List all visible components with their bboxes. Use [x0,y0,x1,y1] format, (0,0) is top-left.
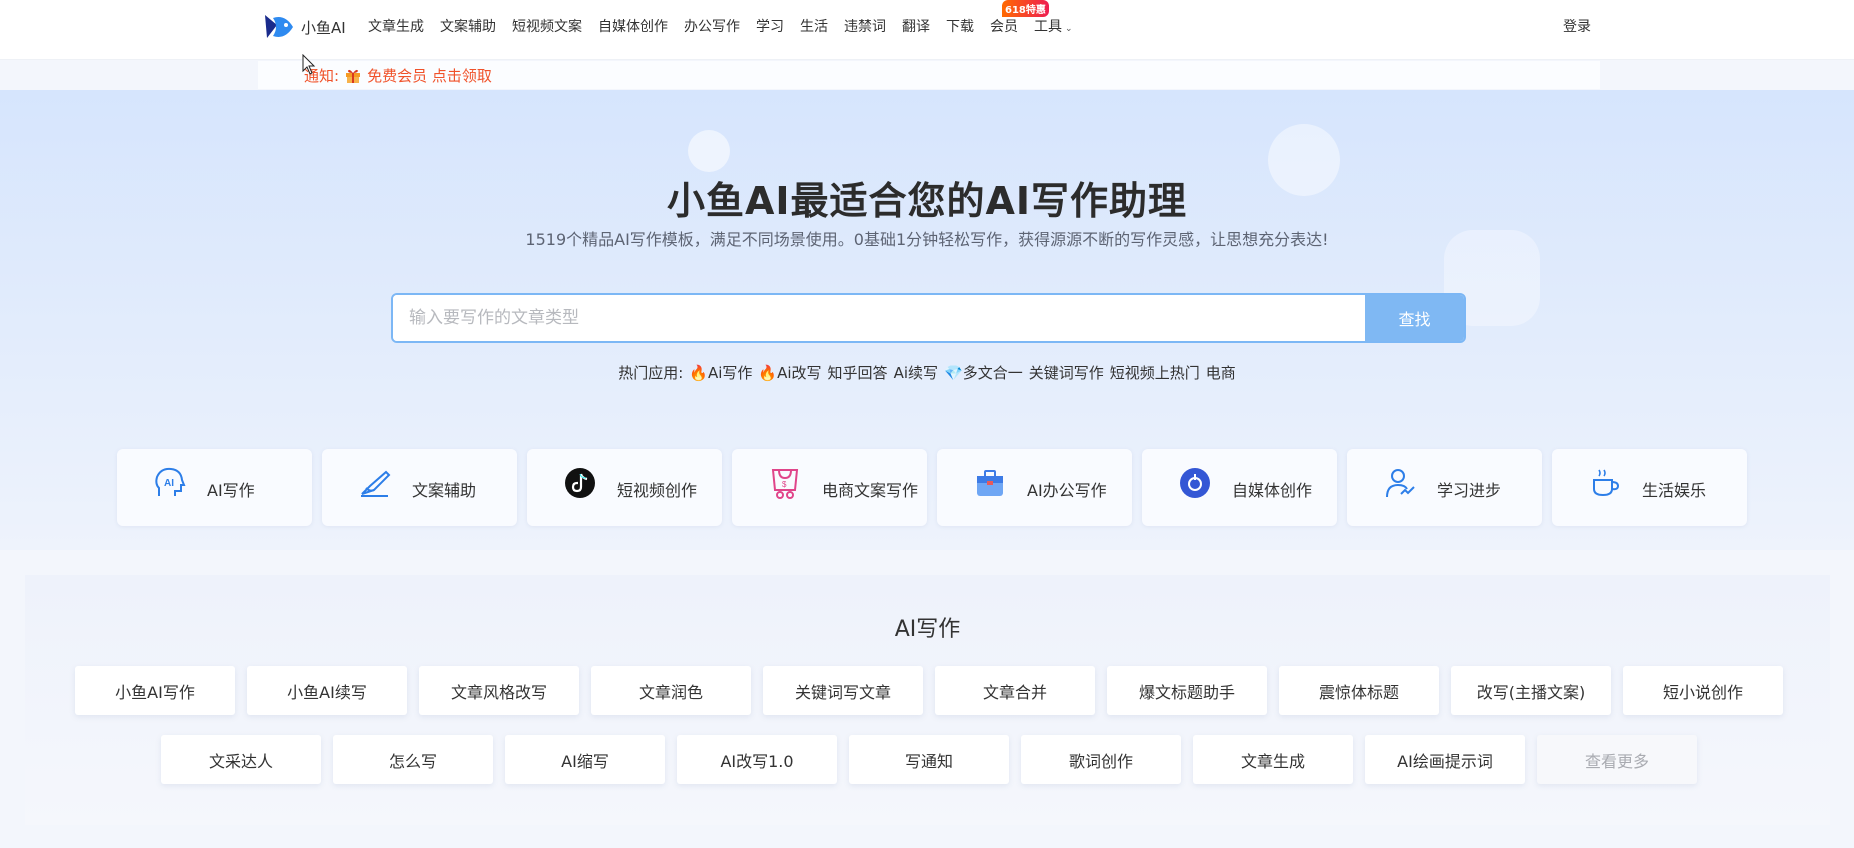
notice-bar: 通知: 免费会员 点击领取 [258,61,1600,89]
category-card-office[interactable]: AI办公写作 [937,449,1132,526]
nav-item-office[interactable]: 办公写作 [684,16,740,36]
view-more-button[interactable]: 查看更多 [1537,735,1697,784]
template-tag[interactable]: 小鱼AI写作 [75,666,235,715]
nav-item-life[interactable]: 生活 [800,16,828,36]
category-card-study[interactable]: 学习进步 [1347,449,1542,526]
promo-badge: 618特惠 [1002,0,1049,17]
template-tag[interactable]: 文章风格改写 [419,666,579,715]
nav-item-member-label: 会员 [990,19,1018,35]
template-row-2: 文采达人 怎么写 AI缩写 AI改写1.0 写通知 歌词创作 文章生成 AI绘画… [161,735,1697,784]
nav-item-tools-label: 工具 [1034,19,1062,35]
category-card-copy-assist[interactable]: 文案辅助 [322,449,517,526]
category-label: 电商文案写作 [822,481,919,500]
mouse-cursor-icon [302,54,316,75]
nav-item-tools[interactable]: 工具 ⌄ [1034,16,1073,36]
template-tag[interactable]: AI改写1.0 [677,735,837,784]
svg-text:AI: AI [164,478,174,489]
template-tag[interactable]: 文章合并 [935,666,1095,715]
logo-text: 小鱼AI [301,18,346,37]
hot-apps-label: 热门应用: [618,364,684,382]
category-label: AI写作 [207,481,255,500]
main-nav: 文章生成 文案辅助 短视频文案 自媒体创作 办公写作 学习 生活 违禁词 翻译 … [368,0,1089,36]
category-card-ecommerce[interactable]: $ 电商文案写作 [732,449,927,526]
section-title: AI写作 [894,617,961,642]
hot-item-label: 多文合一 [962,364,1023,382]
template-tag[interactable]: AI绘画提示词 [1365,735,1525,784]
diamond-icon: 💎 [944,364,963,382]
nav-item-copywriting[interactable]: 文案辅助 [440,16,496,36]
hot-item-merge[interactable]: 💎多文合一 [944,362,1023,383]
shopping-bag-icon: $ [771,469,799,499]
decor-bubble [688,130,730,172]
hot-apps: 热门应用: 🔥Ai写作 🔥Ai改写 知乎回答 Ai续写 💎多文合一 关键词写作 … [0,362,1854,383]
search-button[interactable]: 查找 [1365,295,1464,341]
category-cards: AI AI写作 文案辅助 短视频创作 $ 电商文案写作 AI办公写作 自媒体创作… [117,449,1747,526]
svg-text:$: $ [782,480,787,489]
hot-item-keyword[interactable]: 关键词写作 [1029,362,1104,383]
nav-item-member[interactable]: 会员 618特惠 [990,0,1049,36]
category-label: 短视频创作 [617,481,698,500]
template-tag[interactable]: 歌词创作 [1021,735,1181,784]
category-label: 自媒体创作 [1232,481,1313,500]
template-tag[interactable]: 小鱼AI续写 [247,666,407,715]
top-header: 小鱼AI 文章生成 文案辅助 短视频文案 自媒体创作 办公写作 学习 生活 违禁… [0,0,1854,60]
ai-head-icon: AI [155,467,186,496]
nav-item-translate[interactable]: 翻译 [902,16,930,36]
category-card-short-video[interactable]: 短视频创作 [527,449,722,526]
notice-content[interactable]: 通知: 免费会员 点击领取 [304,65,492,86]
template-tag[interactable]: 震惊体标题 [1279,666,1439,715]
notice-text: 免费会员 点击领取 [367,67,492,85]
coffee-icon [1593,469,1620,497]
category-label: 生活娱乐 [1642,481,1707,500]
template-tag[interactable]: 关键词写文章 [763,666,923,715]
nav-item-short-video[interactable]: 短视频文案 [512,16,582,36]
category-label: AI办公写作 [1027,481,1107,500]
template-row-1: 小鱼AI写作 小鱼AI续写 文章风格改写 文章润色 关键词写文章 文章合并 爆文… [75,666,1783,715]
hot-item-short-video[interactable]: 短视频上热门 [1110,362,1200,383]
template-tag[interactable]: 写通知 [849,735,1009,784]
media-icon [1180,468,1210,498]
hot-item-zhihu[interactable]: 知乎回答 [828,362,888,383]
login-link[interactable]: 登录 [1563,16,1591,36]
ai-writing-section: AI写作 小鱼AI写作 小鱼AI续写 文章风格改写 文章润色 关键词写文章 文章… [25,575,1830,825]
chevron-down-icon: ⌄ [1065,24,1073,34]
template-tag[interactable]: 文章润色 [591,666,751,715]
nav-item-study[interactable]: 学习 [756,16,784,36]
search-box: 查找 [391,293,1466,343]
hot-item-ecommerce[interactable]: 电商 [1206,362,1236,383]
hot-item-ai-write[interactable]: 🔥Ai写作 [689,362,752,383]
learner-icon [1386,469,1415,498]
template-tag[interactable]: 改写(主播文案) [1451,666,1611,715]
gift-icon [345,68,361,84]
template-tag[interactable]: 短小说创作 [1623,666,1783,715]
category-label: 学习进步 [1437,481,1502,500]
tiktok-icon [565,468,595,498]
category-card-life[interactable]: 生活娱乐 [1552,449,1747,526]
template-tag[interactable]: 文采达人 [161,735,321,784]
nav-item-banned-words[interactable]: 违禁词 [844,16,886,36]
template-tag[interactable]: 爆文标题助手 [1107,666,1267,715]
hero-title: 小鱼AI最适合您的AI写作助理 [666,179,1188,223]
briefcase-icon [977,470,1003,496]
category-card-self-media[interactable]: 自媒体创作 [1142,449,1337,526]
fire-icon: 🔥 [689,364,708,382]
hot-item-label: Ai改写 [777,364,822,382]
hot-item-ai-rewrite[interactable]: 🔥Ai改写 [758,362,821,383]
search-input[interactable] [393,295,1365,341]
fish-logo-icon [265,15,293,38]
nav-item-self-media[interactable]: 自媒体创作 [598,16,668,36]
category-label: 文案辅助 [412,481,477,500]
nav-item-download[interactable]: 下载 [946,16,974,36]
hero-subtitle: 1519个精品AI写作模板，满足不同场景使用。0基础1分钟轻松写作，获得源源不断… [525,230,1329,249]
template-tag[interactable]: 怎么写 [333,735,493,784]
pen-hand-icon [361,470,391,497]
template-tag[interactable]: 文章生成 [1193,735,1353,784]
fire-icon: 🔥 [758,364,778,382]
category-card-ai-write[interactable]: AI AI写作 [117,449,312,526]
hot-item-label: Ai写作 [707,364,753,382]
site-logo[interactable]: 小鱼AI [263,12,346,42]
template-tag[interactable]: AI缩写 [505,735,665,784]
nav-item-article[interactable]: 文章生成 [368,16,424,36]
hot-item-ai-continue[interactable]: Ai续写 [894,362,938,383]
